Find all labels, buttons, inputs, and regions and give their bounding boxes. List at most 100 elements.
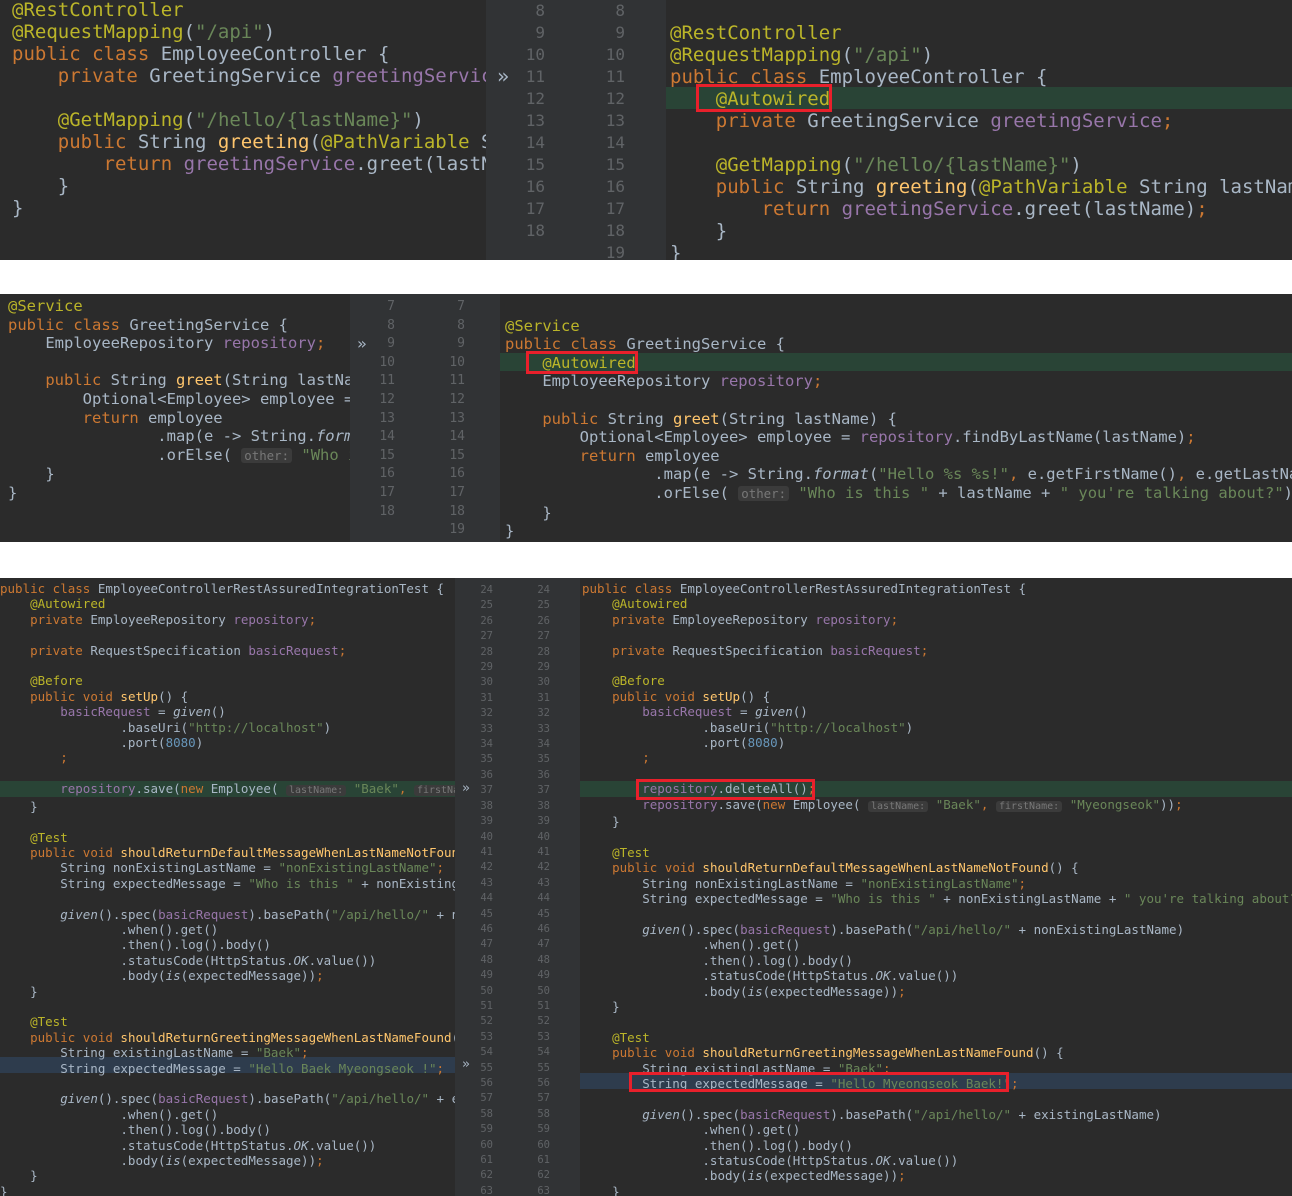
code-left: public class EmployeeControllerRestAssur… [0, 581, 475, 1196]
code-token: .value()) [890, 968, 959, 984]
code-line: return greetingService.greet(lastName); [670, 198, 1292, 220]
line-number: 17 [605, 199, 625, 218]
code-token: @RequestMapping [12, 21, 184, 43]
line-number: 13 [605, 111, 625, 130]
line-number: 63 [537, 1184, 550, 1196]
code-token: ) [323, 719, 332, 735]
code-token: .statusCode(HttpStatus. [0, 952, 294, 968]
code-token: ; [338, 642, 347, 658]
code-token: public [542, 409, 608, 428]
line-number: 8 [387, 317, 395, 333]
merge-arrow-icon[interactable]: » [497, 64, 509, 88]
code-line: .when().get() [0, 1107, 474, 1122]
code-token: .value()) [308, 1137, 377, 1153]
code-token: "Hello Baek Myeongseok !" [248, 1060, 437, 1076]
code-token: ; [308, 611, 317, 627]
code-line: Optional<Employee> employee = repository… [505, 428, 1292, 447]
code-token: shouldReturnDefaultMessageWhenLastNameNo… [120, 844, 467, 860]
code-token: 8080 [165, 735, 196, 751]
code-token: @Before [30, 673, 83, 689]
line-number: 16 [379, 466, 395, 482]
merge-arrow-icon[interactable]: » [462, 781, 470, 796]
code-token: basicRequest [158, 1091, 249, 1107]
code-line: } [670, 242, 1292, 260]
code-token: + lastName + [938, 483, 1060, 502]
code-token: public class [8, 315, 130, 334]
code-token: GreetingService { [129, 315, 288, 334]
code-token: .baseUri( [582, 719, 771, 735]
code-token: public void [30, 844, 121, 860]
code-line: @Service [505, 317, 1292, 336]
line-number: 26 [480, 614, 493, 627]
line-number: 15 [525, 155, 545, 174]
code-token: given [642, 921, 680, 937]
code-line: given().spec(basicRequest).basePath("/ap… [582, 922, 1292, 937]
code-token: "/hello/{lastName}" [853, 154, 1071, 176]
code-token: .greet(lastName) [1013, 198, 1197, 220]
code-token: "nonExistingLastName" [860, 875, 1019, 891]
line-number: 58 [480, 1107, 493, 1120]
merge-arrow-icon[interactable]: » [462, 1057, 470, 1072]
code-line: public class EmployeeControllerRestAssur… [582, 581, 1292, 596]
code-token: @Test [612, 1029, 650, 1045]
code-line: .baseUri("http://localhost") [582, 720, 1292, 735]
code-line: private RequestSpecification basicReques… [582, 643, 1292, 658]
code-line: .then().log().body() [0, 937, 474, 952]
code-token: "Who is this " [789, 483, 939, 502]
code-token: public [45, 371, 111, 390]
code-line: .map(e -> String.forma [8, 427, 376, 446]
code-token: ( [868, 465, 879, 484]
line-number: 9 [535, 23, 545, 42]
code-line: EmployeeRepository repository; [505, 372, 1292, 391]
code-token: EmployeeControllerRestAssuredIntegration… [679, 581, 1027, 596]
code-token: "Myeongseok" [1062, 796, 1161, 812]
line-number: 29 [480, 661, 493, 674]
code-token: .when().get() [582, 1122, 801, 1138]
line-number: 52 [537, 1015, 550, 1028]
code-token: ().spec( [97, 906, 159, 922]
code-line: .statusCode(HttpStatus.OK.value()) [0, 1138, 474, 1153]
line-number: 51 [480, 999, 493, 1012]
line-number: 35 [480, 753, 493, 766]
code-token: ; [898, 1168, 906, 1184]
line-number: 12 [379, 391, 395, 407]
line-number: 49 [537, 969, 550, 982]
line-number: 49 [480, 969, 493, 982]
line-number: 50 [480, 984, 493, 997]
code-token: ) [777, 735, 786, 751]
code-token: employee [147, 408, 223, 427]
code-token: OK [875, 968, 891, 984]
code-token: "/api" [195, 21, 264, 43]
code-token: given [755, 704, 793, 720]
highlight-box-autowired [696, 84, 832, 112]
code-token: ; [301, 1045, 309, 1061]
code-token: ().spec( [679, 921, 741, 937]
line-number: 12 [605, 89, 625, 108]
code-line: public class EmployeeController { [12, 43, 527, 65]
code-line: } [582, 814, 1292, 829]
line-number: 14 [449, 429, 465, 445]
line-number: 17 [449, 484, 465, 500]
code-token: given [642, 1106, 680, 1122]
code-token: "Baek" [255, 1045, 302, 1061]
code-token: private [30, 611, 91, 627]
code-token: @GetMapping [715, 154, 842, 176]
line-number: 58 [537, 1107, 550, 1120]
code-token: , [398, 781, 414, 797]
code-line: } [0, 799, 474, 814]
line-number: 36 [537, 768, 550, 781]
merge-arrow-icon[interactable]: » [357, 334, 367, 353]
code-token: = [150, 704, 174, 720]
code-token: ( [183, 109, 196, 131]
